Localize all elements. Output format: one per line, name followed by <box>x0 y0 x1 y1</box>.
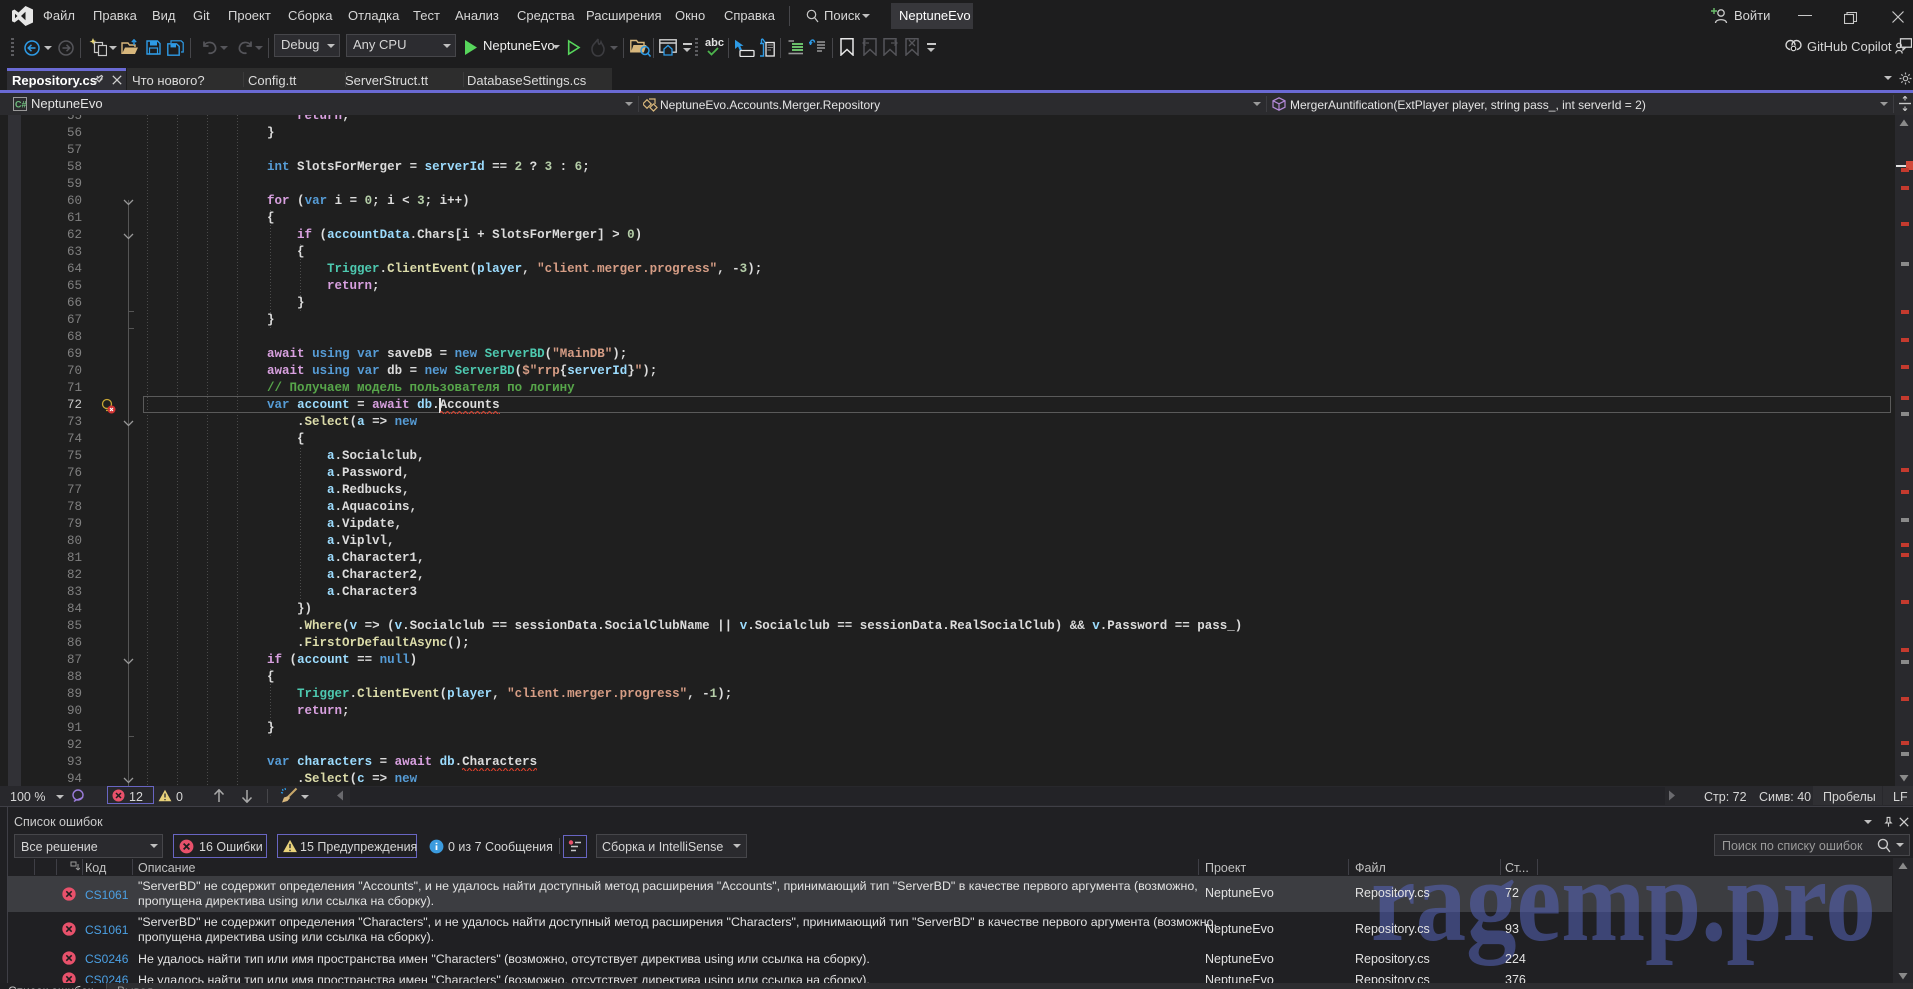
svg-text:C#: C# <box>15 100 27 110</box>
